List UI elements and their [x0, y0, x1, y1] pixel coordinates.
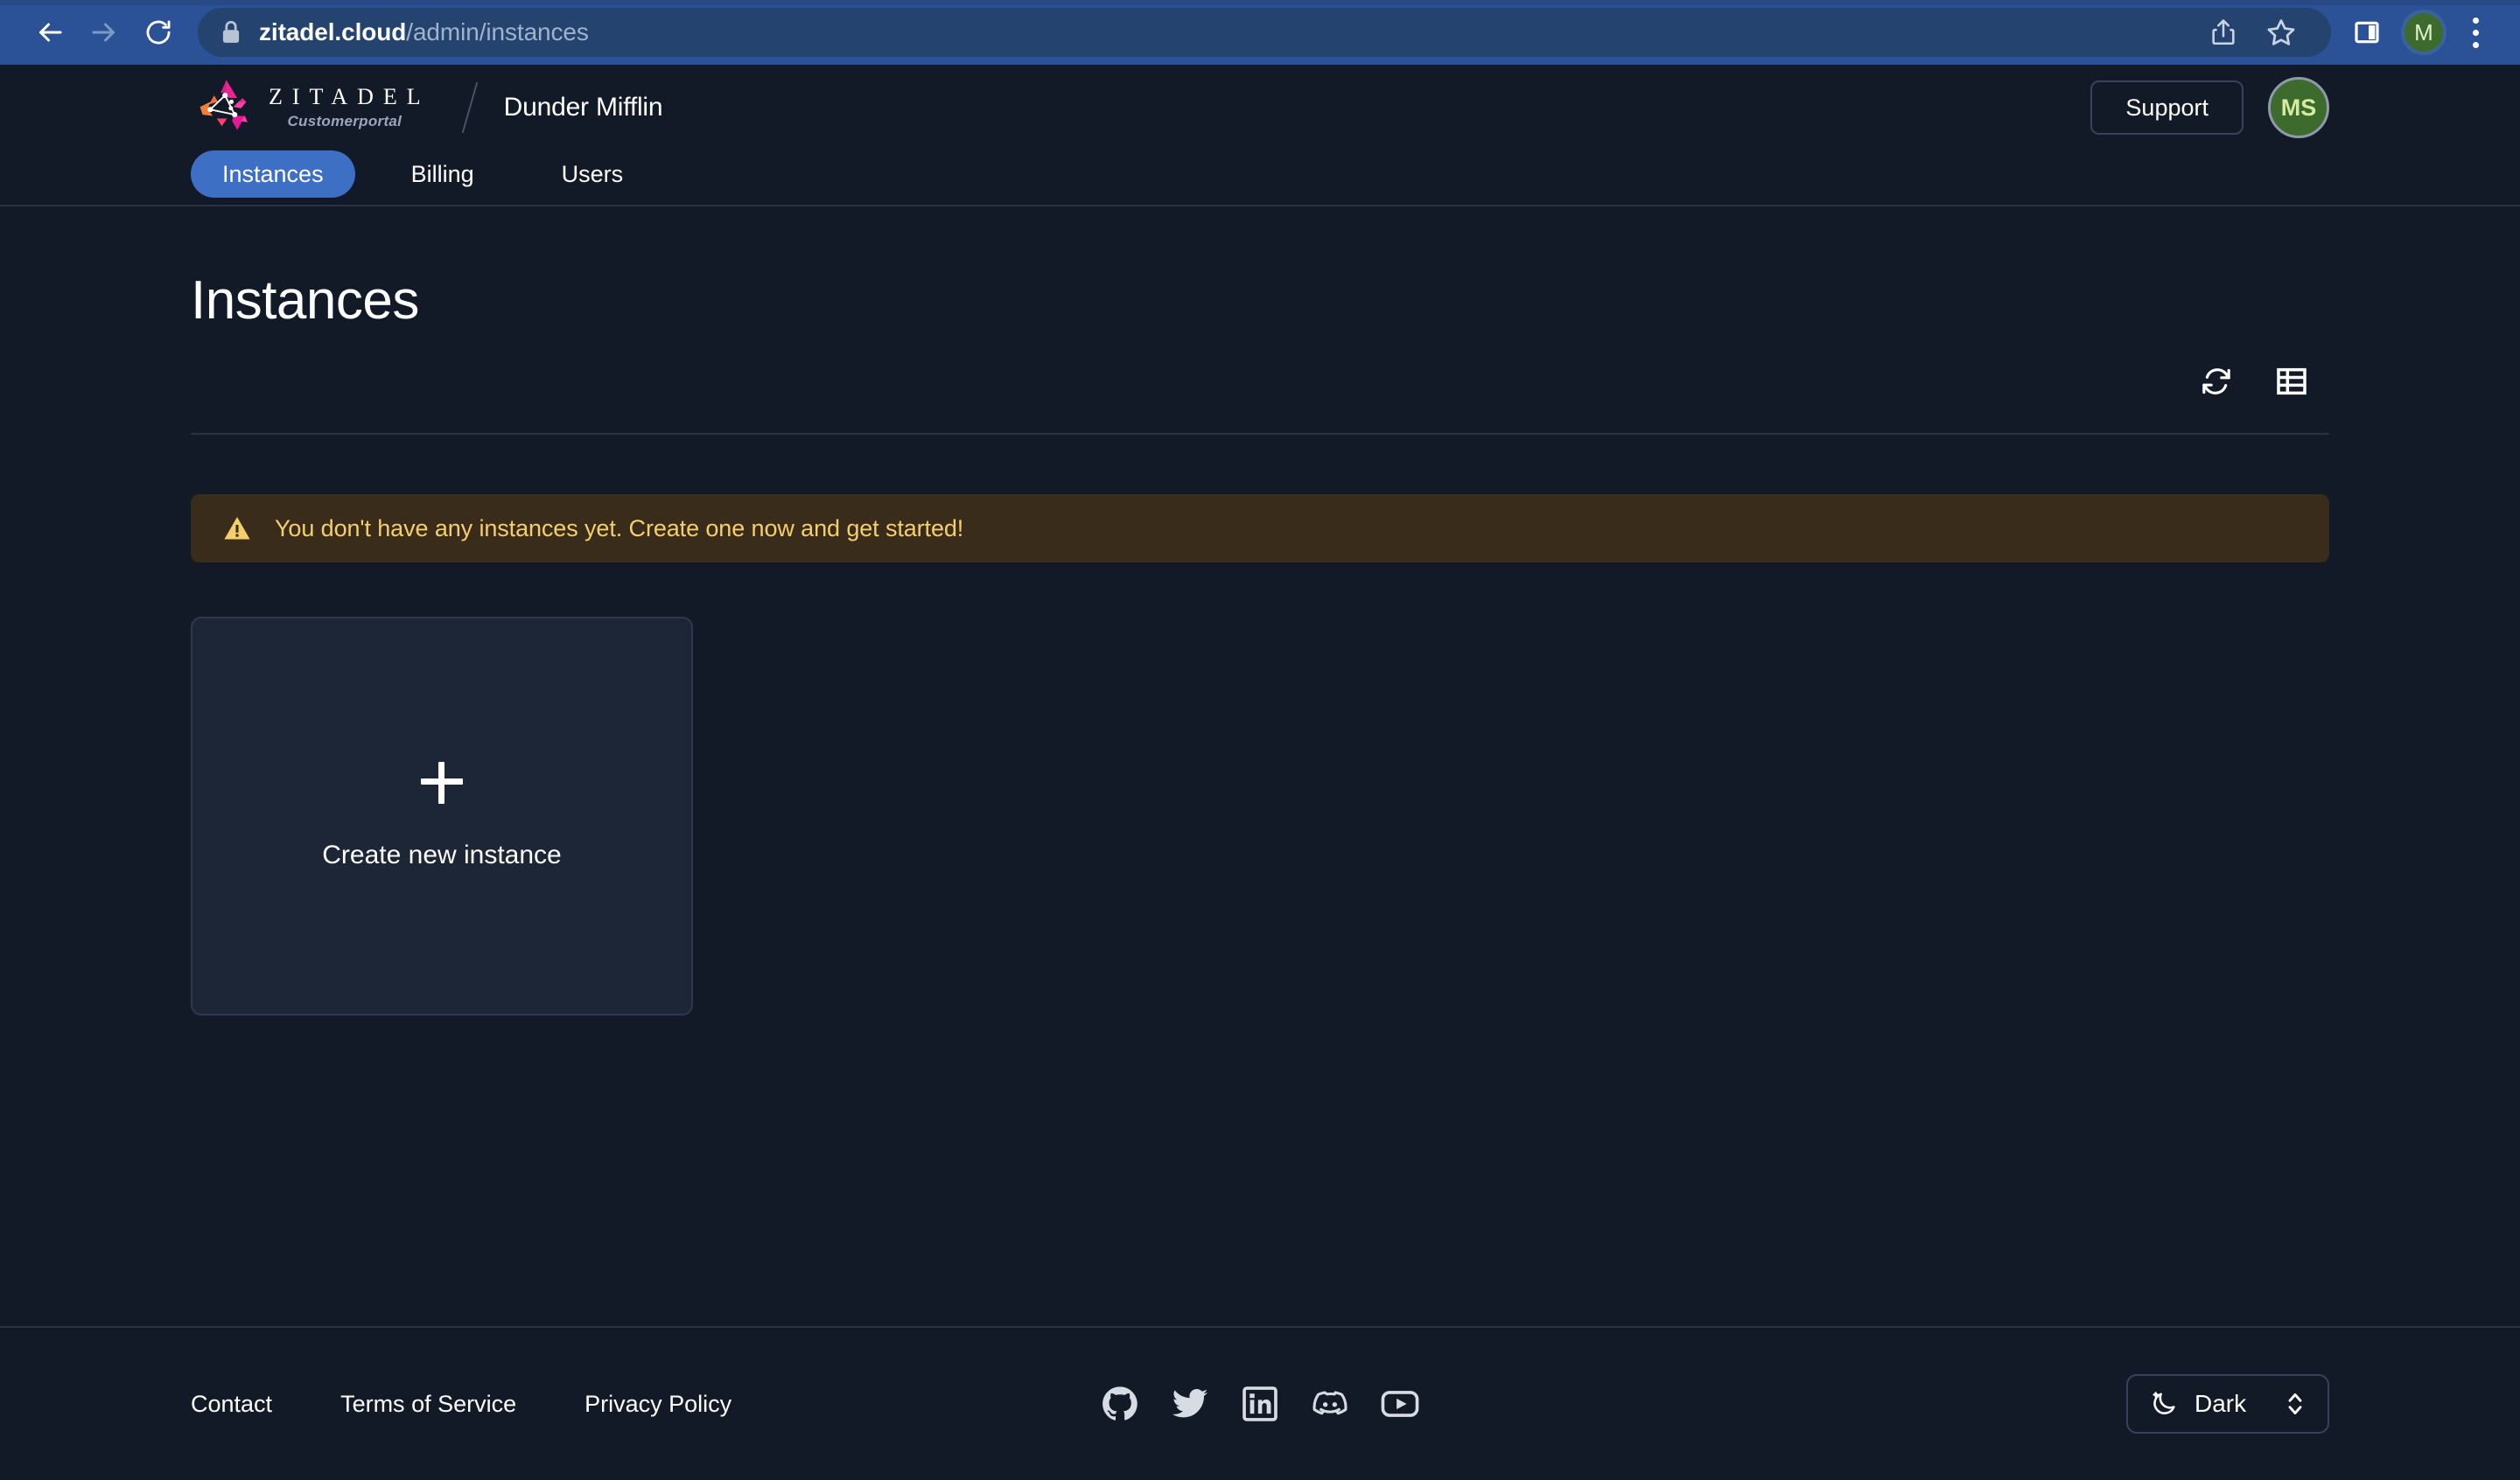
kebab-dot — [2473, 42, 2479, 48]
reload-button[interactable] — [131, 5, 186, 59]
forward-button[interactable] — [77, 5, 131, 59]
twitter-icon[interactable] — [1170, 1384, 1210, 1424]
list-toolbar — [191, 332, 2329, 407]
browser-profile-avatar[interactable]: M — [2401, 10, 2446, 55]
tab-strip-edge — [0, 0, 2520, 5]
create-new-instance-label: Create new instance — [322, 841, 562, 870]
reload-icon — [144, 17, 173, 47]
table-view-icon — [2274, 364, 2309, 399]
tab-instances[interactable]: Instances — [191, 150, 355, 198]
linkedin-icon[interactable] — [1240, 1384, 1280, 1424]
refresh-icon — [2199, 364, 2234, 399]
footer-links: Contact Terms of Service Privacy Policy — [191, 1391, 732, 1418]
url-path: /admin/instances — [406, 18, 589, 45]
browser-menu-button[interactable] — [2454, 5, 2497, 59]
header-actions: Support MS — [2090, 77, 2329, 138]
theme-selector[interactable]: Dark — [2126, 1374, 2329, 1434]
footer-link-privacy-policy[interactable]: Privacy Policy — [584, 1391, 732, 1418]
brand-subtitle: Customerportal — [287, 113, 402, 130]
share-icon — [2208, 17, 2238, 47]
zitadel-logo — [191, 79, 256, 136]
brand[interactable]: ZITADEL Customerportal — [191, 79, 430, 136]
brand-wordmark: ZITADEL — [259, 86, 430, 108]
app-footer: Contact Terms of Service Privacy Policy — [0, 1328, 2520, 1480]
social-links — [1100, 1384, 1420, 1424]
github-icon[interactable] — [1100, 1384, 1140, 1424]
moon-icon — [2149, 1389, 2179, 1419]
refresh-button[interactable] — [2191, 356, 2242, 407]
arrow-left-icon — [34, 17, 66, 48]
youtube-icon[interactable] — [1380, 1384, 1420, 1424]
toolbar-divider — [191, 433, 2329, 435]
address-bar[interactable]: zitadel.cloud/admin/instances — [198, 8, 2331, 57]
app-header: ZITADEL Customerportal Dunder Mifflin Su… — [0, 65, 2520, 206]
tab-users[interactable]: Users — [530, 150, 655, 198]
page-title: Instances — [191, 206, 2329, 332]
arrow-right-icon — [88, 17, 120, 48]
lock-icon — [220, 20, 242, 45]
user-avatar[interactable]: MS — [2268, 77, 2329, 138]
side-panel-icon — [2353, 18, 2381, 46]
main-nav: Instances Billing Users — [191, 150, 2329, 205]
footer-link-contact[interactable]: Contact — [191, 1391, 272, 1418]
bookmark-button[interactable] — [2254, 5, 2308, 59]
header-top-row: ZITADEL Customerportal Dunder Mifflin Su… — [191, 65, 2329, 150]
table-view-button[interactable] — [2266, 356, 2317, 407]
main-content: Instances — [0, 206, 2520, 1326]
tab-billing[interactable]: Billing — [380, 150, 506, 198]
chevron-up-down-icon — [2284, 1388, 2306, 1420]
organization-name: Dunder Mifflin — [504, 93, 663, 122]
create-new-instance-card[interactable]: Create new instance — [191, 617, 693, 1016]
discord-icon[interactable] — [1310, 1384, 1350, 1424]
side-panel-button[interactable] — [2340, 5, 2394, 59]
kebab-dot — [2473, 30, 2479, 36]
support-button[interactable]: Support — [2090, 80, 2244, 135]
footer-link-terms-of-service[interactable]: Terms of Service — [340, 1391, 516, 1418]
kebab-dot — [2473, 17, 2479, 24]
back-button[interactable] — [23, 5, 77, 59]
theme-label: Dark — [2194, 1390, 2246, 1418]
url-host: zitadel.cloud — [259, 18, 406, 45]
share-button[interactable] — [2196, 5, 2250, 59]
alert-message: You don't have any instances yet. Create… — [275, 515, 963, 542]
warning-triangle-icon — [222, 513, 252, 543]
star-icon — [2265, 17, 2297, 48]
empty-state-alert: You don't have any instances yet. Create… — [191, 494, 2329, 562]
instances-grid: Create new instance — [191, 617, 2329, 1016]
browser-chrome: zitadel.cloud/admin/instances M — [0, 0, 2520, 65]
brand-separator — [461, 82, 478, 133]
url-text: zitadel.cloud/admin/instances — [259, 18, 589, 46]
app-root: ZITADEL Customerportal Dunder Mifflin Su… — [0, 65, 2520, 1480]
plus-icon — [421, 762, 463, 804]
